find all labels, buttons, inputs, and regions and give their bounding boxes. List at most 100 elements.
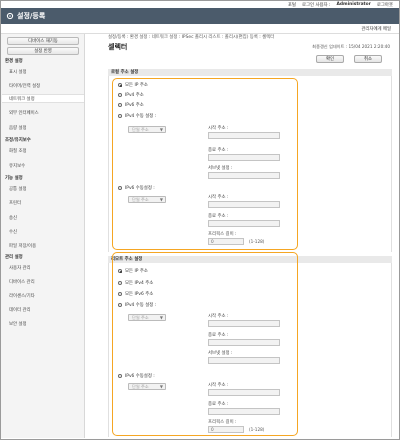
chevron-down-icon: ▼ bbox=[159, 315, 163, 320]
chevron-down-icon: ▼ bbox=[159, 384, 163, 389]
device-reboot-button[interactable]: 디바이스 재기동 bbox=[7, 37, 79, 45]
radio-dot bbox=[118, 93, 122, 97]
radio-label: 모든 IPv4 주소 bbox=[125, 281, 154, 286]
sidebar-item-user-management[interactable]: 사용자 관리 bbox=[9, 265, 31, 271]
select-value: 단일 주소 bbox=[132, 384, 149, 389]
sidebar-item-device-management[interactable]: 디바이스 관리 bbox=[9, 279, 35, 285]
sub-bar: 관리자에게 메일 bbox=[1, 24, 399, 34]
app-header: 설정/등록 bbox=[1, 8, 399, 24]
apply-settings-button[interactable]: 설정 반영 bbox=[7, 47, 79, 55]
sidebar-item-external-interface[interactable]: 외부 인터페이스 bbox=[9, 110, 39, 116]
radio-dot bbox=[118, 292, 122, 296]
radio-label: 모든 IP 주소 bbox=[125, 83, 148, 88]
sidebar-item-send[interactable]: 송신 bbox=[9, 215, 17, 221]
sidebar-item-security[interactable]: 보안 설정 bbox=[9, 321, 27, 327]
sidebar-item-image-adjust[interactable]: 화질 조정 bbox=[9, 148, 27, 154]
remote-ipv4-subnet-label: 서브넷 설정 : bbox=[208, 351, 233, 356]
mail-to-admin-link[interactable]: 관리자에게 메일 bbox=[361, 26, 391, 32]
local-ipv6-end-label: 종료 주소 : bbox=[208, 214, 229, 219]
select-value: 단일 주소 bbox=[132, 315, 149, 320]
sidebar-item-file-store[interactable]: 파일 저장/이용 bbox=[9, 243, 36, 249]
radio-label: IPv6 수동설정 : bbox=[125, 374, 155, 379]
local-ipv6-prefix-input[interactable]: 0 bbox=[208, 238, 244, 245]
last-updated: 최종갱신 업데이트 : 15/04 2021 2:20:40 bbox=[312, 44, 390, 49]
radio-label: IPv6 수동설정 : bbox=[125, 186, 155, 191]
select-value: 단일 주소 bbox=[132, 127, 149, 132]
sidebar-item-license[interactable]: 라이센스/기타 bbox=[9, 293, 35, 299]
radio-dot bbox=[118, 103, 122, 107]
local-ipv6-type-select[interactable]: 단일 주소 ▼ bbox=[128, 196, 166, 203]
cancel-button[interactable]: 취소 bbox=[354, 55, 382, 63]
gear-icon bbox=[6, 12, 14, 20]
radio-dot bbox=[118, 303, 122, 307]
local-ipv6-start-input[interactable] bbox=[208, 201, 280, 208]
radio-dot bbox=[118, 114, 122, 118]
local-ipv4-start-input[interactable] bbox=[208, 132, 280, 139]
local-ipv6-start-label: 시작 주소 : bbox=[208, 195, 229, 200]
remote-ipv4-end-input[interactable] bbox=[208, 339, 280, 346]
remote-ipv6-start-input[interactable] bbox=[208, 389, 280, 396]
select-value: 단일 주소 bbox=[132, 197, 149, 202]
remote-ipv4-subnet-input[interactable] bbox=[208, 357, 280, 364]
remote-ipv4-type-select[interactable]: 단일 주소 ▼ bbox=[128, 314, 166, 321]
ok-button[interactable]: 확인 bbox=[316, 55, 344, 63]
sidebar: 디바이스 재기동 설정 반영 환경 설정 표시 설정 타이머/전력 설정 네트워… bbox=[1, 34, 85, 438]
radio-dot bbox=[118, 83, 122, 87]
sidebar-item-timer[interactable]: 타이머/전력 설정 bbox=[9, 83, 40, 89]
remote-radio-ipv6-manual[interactable]: IPv6 수동설정 : bbox=[118, 373, 155, 379]
chevron-down-icon: ▼ bbox=[159, 127, 163, 132]
remote-ipv6-type-select[interactable]: 단일 주소 ▼ bbox=[128, 383, 166, 390]
sidebar-item-display[interactable]: 표시 설정 bbox=[9, 69, 27, 75]
app-title: 설정/등록 bbox=[17, 12, 46, 20]
remote-ipv6-prefix-range: (1-128) bbox=[249, 427, 265, 432]
radio-label: IPv6 주소 bbox=[125, 103, 144, 108]
remote-ipv6-start-label: 시작 주소 : bbox=[208, 383, 229, 388]
sidebar-item-volume[interactable]: 음량 설정 bbox=[9, 125, 27, 131]
sidebar-group-environment: 환경 설정 bbox=[5, 59, 23, 64]
radio-dot bbox=[118, 281, 122, 285]
top-bar: 포털 로그인 사용자 : Administrator 로그아웃 bbox=[1, 1, 399, 8]
radio-dot bbox=[118, 374, 122, 378]
sidebar-group-function: 기능 설정 bbox=[5, 176, 23, 181]
local-ipv4-end-input[interactable] bbox=[208, 154, 280, 161]
sidebar-item-common[interactable]: 공통 설정 bbox=[9, 186, 27, 192]
sidebar-group-maintenance: 조정/유지보수 bbox=[5, 138, 31, 143]
remote-ipv6-end-label: 종료 주소 : bbox=[208, 402, 229, 407]
sidebar-item-receive[interactable]: 수신 bbox=[9, 229, 17, 235]
radio-label: IPv4 주소 bbox=[125, 93, 144, 98]
sidebar-item-maintenance[interactable]: 유지보수 bbox=[9, 163, 25, 169]
remote-radio-ipv4[interactable]: 모든 IPv4 주소 bbox=[118, 280, 153, 286]
local-radio-ipv6-manual[interactable]: IPv6 수동설정 : bbox=[118, 185, 155, 191]
sidebar-item-printer[interactable]: 프린터 bbox=[9, 200, 21, 206]
local-radio-ipv4[interactable]: IPv4 주소 bbox=[118, 92, 144, 98]
remote-ipv6-end-input[interactable] bbox=[208, 408, 280, 415]
sidebar-item-data-management[interactable]: 데이터 관리 bbox=[9, 307, 31, 313]
radio-label: 모든 IP 주소 bbox=[125, 269, 148, 274]
radio-label: 모든 IPv6 주소 bbox=[125, 292, 154, 297]
remote-radio-ipv4-manual[interactable]: IPv4 수동 설정 : bbox=[118, 302, 156, 308]
local-ipv4-subnet-input[interactable] bbox=[208, 172, 280, 179]
local-radio-ipv6[interactable]: IPv6 주소 bbox=[118, 102, 144, 108]
remote-radio-ipv6[interactable]: 모든 IPv6 주소 bbox=[118, 291, 153, 297]
local-radio-ipv4-manual[interactable]: IPv4 수동 설정 : bbox=[118, 113, 156, 119]
remote-ipv4-start-input[interactable] bbox=[208, 320, 280, 327]
radio-label: IPv4 수동 설정 : bbox=[125, 114, 157, 119]
local-ipv4-type-select[interactable]: 단일 주소 ▼ bbox=[128, 126, 166, 133]
remote-ipv4-end-label: 종료 주소 : bbox=[208, 333, 229, 338]
local-ipv6-prefix-range: (1-128) bbox=[249, 239, 265, 244]
local-ipv4-start-label: 시작 주소 : bbox=[208, 126, 229, 131]
breadcrumb: 설정/등록 : 환경 설정 : 네트워크 설정 : IPSec 폴리시 리스트 … bbox=[108, 35, 275, 40]
sidebar-item-network[interactable]: 네트워크 설정 bbox=[2, 94, 84, 103]
local-ipv4-end-label: 종료 주소 : bbox=[208, 148, 229, 153]
remote-radio-all[interactable]: 모든 IP 주소 bbox=[118, 268, 148, 274]
sidebar-group-management: 관리 설정 bbox=[5, 255, 23, 260]
radio-label: IPv4 수동 설정 : bbox=[125, 303, 157, 308]
local-radio-all[interactable]: 모든 IP 주소 bbox=[118, 82, 148, 88]
local-ipv6-end-input[interactable] bbox=[208, 220, 280, 227]
radio-dot bbox=[118, 186, 122, 190]
local-ipv6-prefix-label: 프리픽스 길이 : bbox=[208, 232, 237, 237]
radio-dot bbox=[118, 269, 122, 273]
local-ipv4-subnet-label: 서브넷 설정 : bbox=[208, 166, 233, 171]
remote-ipv6-prefix-input[interactable]: 0 bbox=[208, 426, 244, 433]
local-section-header: 로컬 주소 설정 bbox=[108, 69, 392, 76]
